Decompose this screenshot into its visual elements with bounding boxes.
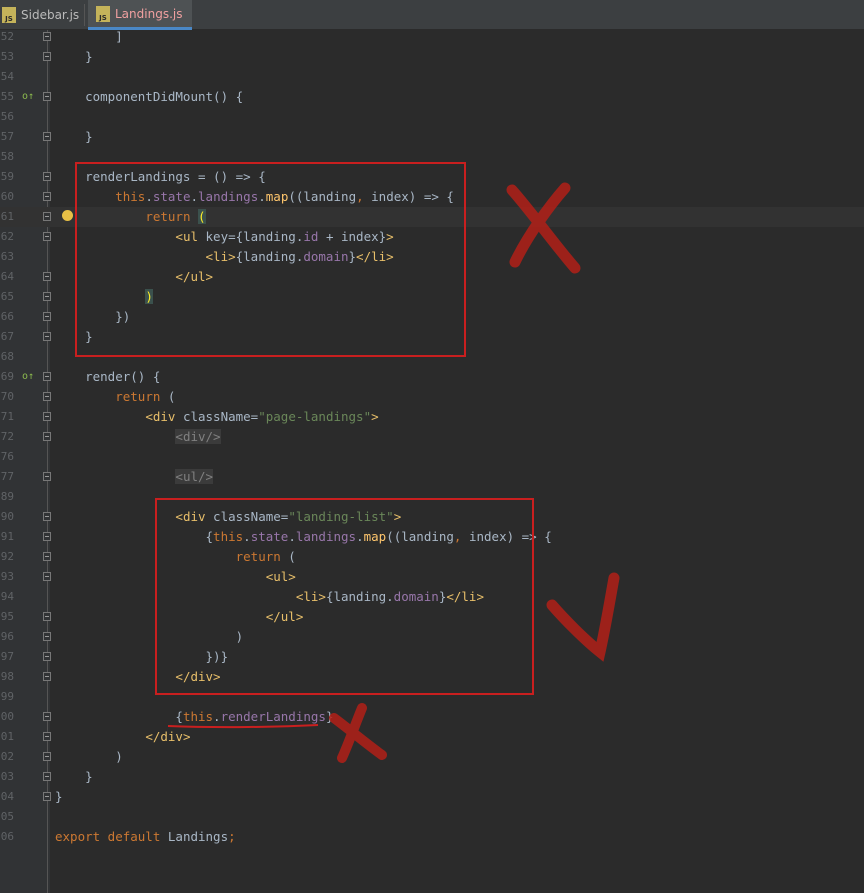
- annotation-overlay: [167, 182, 620, 763]
- red-underline: [167, 724, 319, 729]
- red-x-mark-small: [329, 703, 387, 763]
- red-x-mark-large: [506, 182, 581, 274]
- red-check-mark: [546, 572, 620, 662]
